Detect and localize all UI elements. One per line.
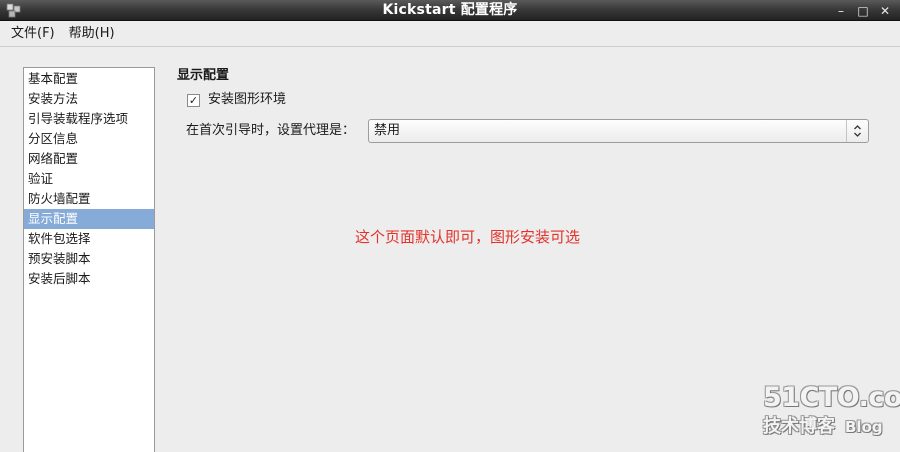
proxy-select-value: 禁用 bbox=[374, 123, 401, 138]
menu-help[interactable]: 帮助(H) bbox=[62, 23, 122, 45]
proxy-select[interactable]: 禁用 bbox=[368, 119, 869, 143]
watermark: 51CTO.com 技术博客 Blog bbox=[763, 382, 900, 443]
title-bar: Kickstart 配置程序 – □ ✕ bbox=[0, 0, 900, 21]
install-graphics-checkbox[interactable]: ✓ bbox=[187, 93, 200, 107]
menu-file[interactable]: 文件(F) bbox=[4, 23, 62, 45]
watermark-sub: 技术博客 bbox=[763, 416, 835, 437]
section-title: 显示配置 bbox=[177, 68, 230, 83]
watermark-main: 51CTO.com bbox=[763, 382, 900, 413]
install-graphics-row[interactable]: ✓ 安装图形环境 bbox=[187, 90, 286, 110]
sidebar-item-display-config[interactable]: 显示配置 bbox=[24, 209, 154, 229]
sidebar-item-install-method[interactable]: 安装方法 bbox=[24, 89, 154, 109]
chevron-updown-icon bbox=[854, 125, 861, 137]
updown-arrows-icon[interactable] bbox=[846, 120, 868, 142]
sidebar-item-authentication[interactable]: 验证 bbox=[24, 169, 154, 189]
sidebar-item-pre-install-script[interactable]: 预安装脚本 bbox=[24, 249, 154, 269]
maximize-button[interactable]: □ bbox=[852, 0, 874, 21]
sidebar-item-firewall-config[interactable]: 防火墙配置 bbox=[24, 189, 154, 209]
sidebar-list: 基本配置 安装方法 引导装载程序选项 分区信息 网络配置 验证 防火墙配置 显示… bbox=[23, 67, 155, 452]
sidebar-item-network-config[interactable]: 网络配置 bbox=[24, 149, 154, 169]
sidebar-item-partition-info[interactable]: 分区信息 bbox=[24, 129, 154, 149]
checkmark-icon: ✓ bbox=[188, 93, 199, 107]
proxy-label: 在首次引导时，设置代理是： bbox=[186, 123, 356, 138]
close-button[interactable]: ✕ bbox=[874, 0, 896, 21]
sidebar-item-basic-config[interactable]: 基本配置 bbox=[24, 69, 154, 89]
window-title: Kickstart 配置程序 bbox=[382, 2, 518, 18]
minimize-button[interactable]: – bbox=[830, 0, 852, 21]
sidebar-item-post-install-script[interactable]: 安装后脚本 bbox=[24, 269, 154, 289]
annotation-text: 这个页面默认即可，图形安装可选 bbox=[355, 228, 581, 246]
sidebar-item-package-selection[interactable]: 软件包选择 bbox=[24, 229, 154, 249]
install-graphics-label: 安装图形环境 bbox=[208, 92, 287, 107]
watermark-blog: Blog bbox=[845, 418, 883, 436]
window-controls: – □ ✕ bbox=[830, 0, 896, 21]
sidebar-item-bootloader-options[interactable]: 引导装载程序选项 bbox=[24, 109, 154, 129]
menu-bar: 文件(F) 帮助(H) bbox=[0, 21, 900, 47]
